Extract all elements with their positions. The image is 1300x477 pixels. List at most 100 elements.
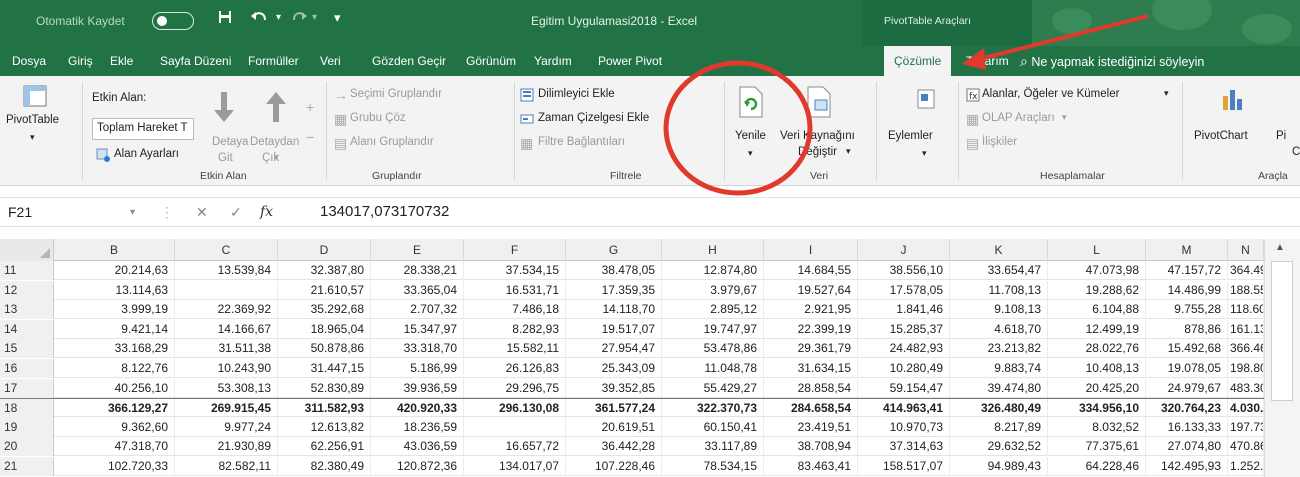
- cell-e11[interactable]: 28.338,21: [371, 261, 464, 280]
- column-header-f[interactable]: F: [464, 239, 566, 261]
- cell-d20[interactable]: 62.256,91: [278, 437, 371, 457]
- cell-g16[interactable]: 25.343,09: [566, 359, 662, 378]
- cell-j14[interactable]: 15.285,37: [858, 319, 950, 339]
- cell-m16[interactable]: 19.078,05: [1146, 359, 1228, 378]
- tab-ekle[interactable]: Ekle: [110, 54, 133, 68]
- cell-d19[interactable]: 12.613,82: [278, 417, 371, 437]
- cell-m13[interactable]: 9.755,28: [1146, 300, 1228, 320]
- cell-g18[interactable]: 361.577,24: [566, 399, 662, 419]
- tab-tasarim[interactable]: Tasarım: [966, 54, 1009, 68]
- row-header[interactable]: 15: [0, 339, 54, 359]
- redo-icon[interactable]: [292, 10, 308, 29]
- undo-icon[interactable]: [250, 10, 268, 29]
- cell-f20[interactable]: 16.657,72: [464, 437, 566, 457]
- change-data-source-line1[interactable]: Veri Kaynağını: [780, 130, 855, 142]
- cell-j11[interactable]: 38.556,10: [858, 261, 950, 280]
- cell-h12[interactable]: 3.979,67: [662, 280, 764, 300]
- cell-j18[interactable]: 414.963,41: [858, 399, 950, 419]
- field-settings-button[interactable]: Alan Ayarları: [114, 148, 179, 160]
- formula-bar-grip-icon[interactable]: ⋮: [160, 204, 174, 221]
- fields-items-sets-dropdown-icon[interactable]: ▾: [1164, 88, 1169, 99]
- cell-m12[interactable]: 14.486,99: [1146, 280, 1228, 300]
- cell-e21[interactable]: 120.872,36: [371, 457, 464, 476]
- column-header-e[interactable]: E: [371, 239, 464, 261]
- cell-b16[interactable]: 8.122,76: [54, 359, 175, 378]
- ungroup-button[interactable]: Grubu Çöz: [350, 112, 406, 124]
- cell-j15[interactable]: 24.482,93: [858, 339, 950, 359]
- group-field-button[interactable]: Alanı Gruplandır: [350, 136, 434, 148]
- cell-j19[interactable]: 10.970,73: [858, 417, 950, 437]
- tell-me-search[interactable]: ⌕ Ne yapmak istediğinizi söyleyin: [1020, 53, 1204, 70]
- tab-dosya[interactable]: Dosya: [12, 54, 46, 68]
- row-header[interactable]: 11: [0, 261, 54, 280]
- cell-b14[interactable]: 9.421,14: [54, 319, 175, 339]
- tab-yardim[interactable]: Yardım: [534, 54, 572, 68]
- cell-g19[interactable]: 20.619,51: [566, 417, 662, 437]
- pivottable-dropdown-icon[interactable]: ▾: [30, 132, 35, 143]
- drill-down-line1[interactable]: Detaya: [212, 136, 248, 148]
- cell-b20[interactable]: 47.318,70: [54, 437, 175, 457]
- recommended-pivottables-button-partial[interactable]: Pi: [1276, 130, 1286, 142]
- cell-b11[interactable]: 20.214,63: [54, 261, 175, 280]
- cell-d13[interactable]: 35.292,68: [278, 300, 371, 320]
- cell-i16[interactable]: 31.634,15: [764, 359, 858, 378]
- cell-b19[interactable]: 9.362,60: [54, 417, 175, 437]
- cell-j21[interactable]: 158.517,07: [858, 457, 950, 476]
- cell-e19[interactable]: 18.236,59: [371, 417, 464, 437]
- cell-n19[interactable]: 197.73: [1228, 417, 1264, 437]
- cell-i19[interactable]: 23.419,51: [764, 417, 858, 437]
- pivottable-icon[interactable]: [22, 84, 48, 111]
- cell-f19[interactable]: [464, 417, 566, 437]
- cell-e16[interactable]: 5.186,99: [371, 359, 464, 378]
- cell-l12[interactable]: 19.288,62: [1048, 280, 1146, 300]
- relationships-button[interactable]: İlişkiler: [982, 136, 1017, 148]
- cell-c21[interactable]: 82.582,11: [175, 457, 278, 476]
- cell-m18[interactable]: 320.764,23: [1146, 399, 1228, 419]
- cell-m20[interactable]: 27.074,80: [1146, 437, 1228, 457]
- cell-n20[interactable]: 470.86: [1228, 437, 1264, 457]
- column-header-g[interactable]: G: [566, 239, 662, 261]
- cell-k12[interactable]: 11.708,13: [950, 280, 1048, 300]
- cell-k15[interactable]: 23.213,82: [950, 339, 1048, 359]
- save-icon[interactable]: [218, 10, 232, 29]
- recommended-pivottables-button-partial-line2[interactable]: C: [1292, 146, 1300, 158]
- cell-b13[interactable]: 3.999,19: [54, 300, 175, 320]
- cell-m11[interactable]: 47.157,72: [1146, 261, 1228, 280]
- cell-k16[interactable]: 9.883,74: [950, 359, 1048, 378]
- cell-h17[interactable]: 55.429,27: [662, 378, 764, 398]
- cell-h11[interactable]: 12.874,80: [662, 261, 764, 280]
- cell-n15[interactable]: 366.46: [1228, 339, 1264, 359]
- row-header[interactable]: 13: [0, 300, 54, 320]
- active-field-input[interactable]: Toplam Hareket T: [92, 118, 194, 140]
- cell-g11[interactable]: 38.478,05: [566, 261, 662, 280]
- cell-g12[interactable]: 17.359,35: [566, 280, 662, 300]
- column-header-h[interactable]: H: [662, 239, 764, 261]
- cell-l16[interactable]: 10.408,13: [1048, 359, 1146, 378]
- scrollbar-thumb[interactable]: [1271, 261, 1293, 401]
- column-header-c[interactable]: C: [175, 239, 278, 261]
- row-header[interactable]: 16: [0, 359, 54, 378]
- tab-gorunum[interactable]: Görünüm: [466, 54, 516, 68]
- cell-l13[interactable]: 6.104,88: [1048, 300, 1146, 320]
- scroll-up-icon[interactable]: ▲: [1275, 242, 1285, 253]
- cell-i13[interactable]: 2.921,95: [764, 300, 858, 320]
- column-header-i[interactable]: I: [764, 239, 858, 261]
- cell-i21[interactable]: 83.463,41: [764, 457, 858, 476]
- pivottable-button[interactable]: PivotTable: [6, 114, 59, 126]
- cell-k20[interactable]: 29.632,52: [950, 437, 1048, 457]
- column-header-l[interactable]: L: [1048, 239, 1146, 261]
- cell-e17[interactable]: 39.936,59: [371, 378, 464, 398]
- cell-i20[interactable]: 38.708,94: [764, 437, 858, 457]
- refresh-button[interactable]: Yenile: [735, 130, 766, 142]
- tab-cozumle[interactable]: Çözümle: [884, 46, 952, 76]
- cell-l18[interactable]: 334.956,10: [1048, 399, 1146, 419]
- cell-c14[interactable]: 14.166,67: [175, 319, 278, 339]
- cell-f11[interactable]: 37.534,15: [464, 261, 566, 280]
- cell-i11[interactable]: 14.684,55: [764, 261, 858, 280]
- olap-tools-button[interactable]: OLAP Araçları: [982, 112, 1055, 124]
- cell-d18[interactable]: 311.582,93: [278, 399, 371, 419]
- cell-n13[interactable]: 118.60: [1228, 300, 1264, 320]
- cell-l19[interactable]: 8.032,52: [1048, 417, 1146, 437]
- cell-g20[interactable]: 36.442,28: [566, 437, 662, 457]
- cell-n21[interactable]: 1.252.02: [1228, 457, 1264, 476]
